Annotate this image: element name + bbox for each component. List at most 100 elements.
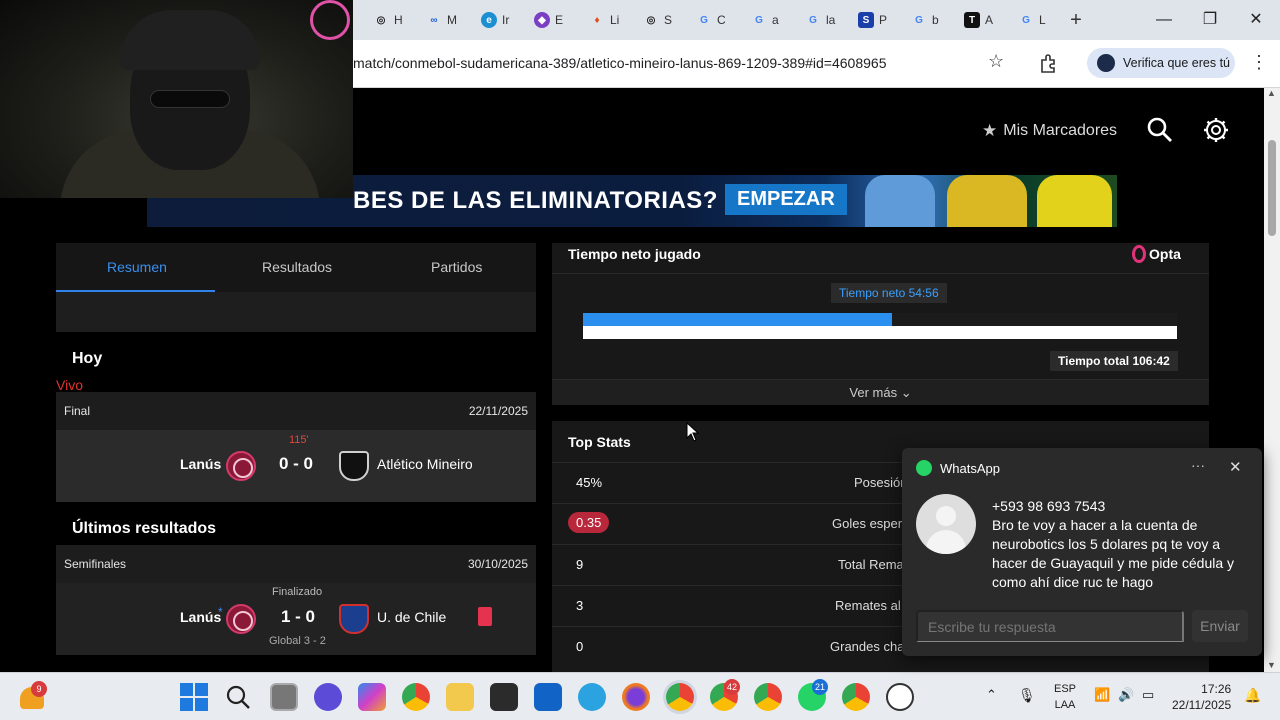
settings-gear-icon[interactable] xyxy=(1202,116,1230,144)
firefox-icon[interactable] xyxy=(622,683,650,711)
notification-bell-icon[interactable]: 🔔 xyxy=(1244,687,1261,703)
windows-taskbar: 9 42 21 ⌃ 🎙 ESP LAA 📶 🔊 ▭ 17:26 22/11/20… xyxy=(0,672,1280,720)
microphone-icon[interactable]: 🎙 xyxy=(1018,687,1036,703)
chevron-up-icon[interactable]: ⌃ xyxy=(986,687,997,703)
chrome-icon[interactable] xyxy=(666,683,694,711)
windows-start-icon[interactable] xyxy=(180,683,208,711)
page-scrollbar[interactable]: ▲ ▼ xyxy=(1264,88,1280,672)
match-row-today[interactable]: 115' Lanús 0 - 0 Atlético Mineiro xyxy=(56,430,536,502)
chrome-icon[interactable] xyxy=(754,683,782,711)
send-button[interactable]: Enviar xyxy=(1192,610,1248,642)
browser-tab[interactable]: G a xyxy=(745,6,785,34)
browser-tab[interactable]: ◎ S xyxy=(637,6,678,34)
browser-tab[interactable]: ◆ E xyxy=(528,6,569,34)
teams-chat-icon[interactable] xyxy=(314,683,342,711)
task-view-icon[interactable] xyxy=(270,683,298,711)
browser-tab[interactable]: ∞ M xyxy=(420,6,463,34)
extensions-icon[interactable] xyxy=(1038,52,1060,74)
tab-resumen[interactable]: Resumen xyxy=(107,259,167,275)
chatgpt-icon[interactable] xyxy=(886,683,914,711)
ver-mas-button[interactable]: Ver más ⌄ xyxy=(552,379,1209,405)
aggregate-score: Global 3 - 2 xyxy=(269,635,326,647)
system-clock[interactable]: 17:26 22/11/2025 xyxy=(1172,681,1231,713)
battery-icon[interactable]: ▭ xyxy=(1142,687,1154,703)
opta-icon xyxy=(1132,245,1146,263)
tab-partidos[interactable]: Partidos xyxy=(431,259,482,275)
match-score: 0 - 0 xyxy=(279,454,314,473)
browser-tab[interactable]: G b xyxy=(905,6,945,34)
chrome-icon[interactable] xyxy=(842,683,870,711)
browser-tab[interactable]: G C xyxy=(690,6,732,34)
browser-tab[interactable]: G L xyxy=(1012,6,1052,34)
telegram-icon[interactable] xyxy=(578,683,606,711)
microsoft-store-icon[interactable] xyxy=(490,683,518,711)
opta-logo: Opta xyxy=(1132,245,1181,263)
mouse-cursor-icon xyxy=(686,422,700,442)
browser-tab[interactable]: ♦ Li xyxy=(583,6,625,34)
active-tab-indicator xyxy=(56,290,215,292)
section-title-hoy: Hoy xyxy=(72,350,103,367)
browser-tab[interactable]: S P xyxy=(852,6,893,34)
match-row-last[interactable]: Finalizado Lanús * 1 - 0 U. de Chile Glo… xyxy=(56,583,536,655)
banner-player-image xyxy=(947,175,1027,227)
red-card-icon xyxy=(478,607,492,626)
new-tab-button[interactable]: + xyxy=(1064,8,1088,32)
browser-tab[interactable]: e Ir xyxy=(475,6,515,34)
document-icon: S xyxy=(858,12,874,28)
net-time-label: Tiempo neto 54:56 xyxy=(831,283,947,303)
browser-tab[interactable]: ◎ H xyxy=(367,6,409,34)
google-icon: G xyxy=(700,14,708,26)
total-time-label: Tiempo total 106:42 xyxy=(1050,351,1178,371)
volume-icon[interactable]: 🔊 xyxy=(1118,687,1134,703)
search-icon[interactable] xyxy=(1146,116,1174,144)
lanus-crest-icon xyxy=(226,604,256,634)
browser-menu-icon[interactable]: ⋮ xyxy=(1250,52,1268,73)
outlook-icon[interactable] xyxy=(534,683,562,711)
section-title-ultimos: Últimos resultados xyxy=(72,520,217,537)
notification-badge: 21 xyxy=(812,679,828,695)
away-team-name: Atlético Mineiro xyxy=(377,456,473,472)
match-score: 1 - 0 xyxy=(281,607,316,626)
lanus-crest-icon xyxy=(226,451,256,481)
scrollbar-thumb[interactable] xyxy=(1268,140,1276,236)
net-time-bar xyxy=(583,313,1177,339)
match-header-row: Semifinales 30/10/2025 xyxy=(56,545,536,583)
browser-tab[interactable]: G la xyxy=(799,6,841,34)
search-icon[interactable] xyxy=(224,683,252,711)
more-options-icon[interactable]: ··· xyxy=(1191,457,1205,473)
webcam-overlay xyxy=(0,0,353,198)
card-title: Tiempo neto jugado xyxy=(568,246,701,262)
tab-resultados[interactable]: Resultados xyxy=(262,259,332,275)
reply-input[interactable] xyxy=(916,610,1184,642)
browser-tab[interactable]: T A xyxy=(958,6,999,34)
flame-icon: ♦ xyxy=(594,14,600,26)
mis-marcadores-link[interactable]: ★ Mis Marcadores xyxy=(982,121,1117,141)
edge-copilot-icon: e xyxy=(481,12,497,28)
address-bar-url[interactable]: match/conmebol-sudamericana-389/atletico… xyxy=(353,55,887,71)
verify-profile-button[interactable]: Verifica que eres tú xyxy=(1087,48,1235,78)
maximize-button[interactable]: ❐ xyxy=(1190,6,1230,34)
meta-icon: ∞ xyxy=(430,14,438,26)
home-team-name: Lanús xyxy=(180,456,222,472)
live-badge: Vivo xyxy=(56,377,83,393)
away-team-name: U. de Chile xyxy=(377,609,447,625)
file-explorer-icon[interactable] xyxy=(446,683,474,711)
net-time-fill xyxy=(583,313,892,326)
banner-player-image xyxy=(1037,175,1112,227)
ring-light xyxy=(310,0,350,40)
live-minute: 115' xyxy=(289,434,309,446)
scroll-down-icon[interactable]: ▼ xyxy=(1267,660,1276,670)
wifi-icon[interactable]: 📶 xyxy=(1094,687,1110,703)
match-list-panel: Resumen Resultados Partidos Hoy Vivo Fin… xyxy=(56,243,536,655)
minimize-button[interactable]: — xyxy=(1144,6,1184,34)
close-window-button[interactable]: ✕ xyxy=(1236,6,1276,34)
scroll-up-icon[interactable]: ▲ xyxy=(1267,88,1276,98)
bookmark-star-icon[interactable]: ☆ xyxy=(988,51,1004,72)
whatsapp-notification[interactable]: WhatsApp ··· ✕ +593 98 693 7543 Bro te v… xyxy=(902,448,1262,656)
copilot-icon[interactable] xyxy=(358,683,386,711)
google-icon: G xyxy=(1022,14,1030,26)
chrome-icon[interactable] xyxy=(402,683,430,711)
close-notification-icon[interactable]: ✕ xyxy=(1229,458,1242,476)
input-language-indicator[interactable]: ESP LAA xyxy=(1050,681,1080,713)
banner-cta-button[interactable]: EMPEZAR xyxy=(725,184,847,215)
